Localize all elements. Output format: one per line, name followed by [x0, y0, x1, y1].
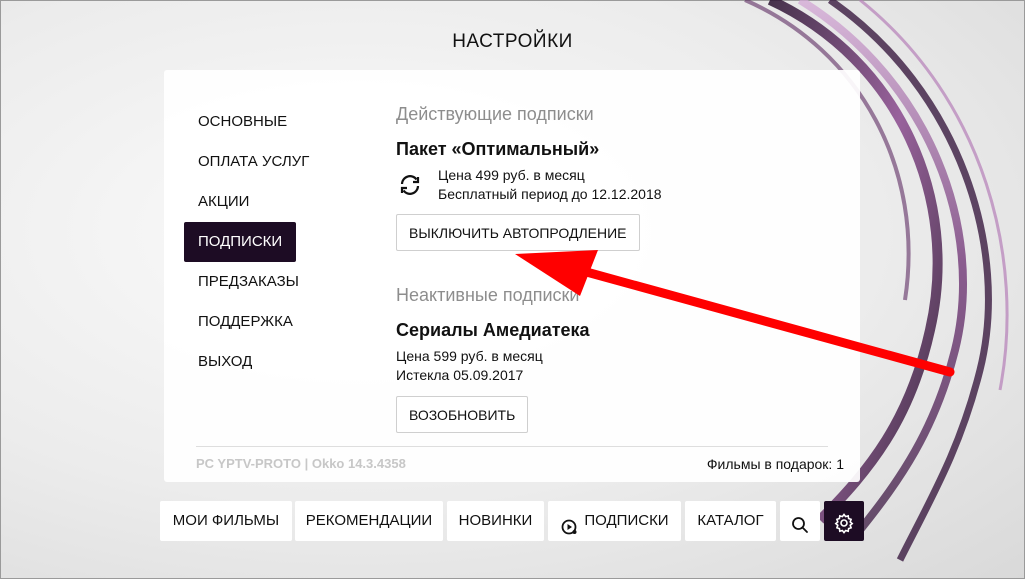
- menu-item-general[interactable]: ОСНОВНЫЕ: [184, 102, 334, 142]
- nav-catalog[interactable]: КАТАЛОГ: [685, 501, 776, 541]
- play-circle-icon: [560, 512, 578, 535]
- menu-item-logout[interactable]: ВЫХОД: [184, 342, 334, 382]
- gift-movies-count: Фильмы в подарок: 1: [706, 456, 844, 472]
- menu-item-preorders[interactable]: ПРЕДЗАКАЗЫ: [184, 262, 334, 302]
- nav-search[interactable]: [780, 501, 820, 541]
- active-subscription-price: Цена 499 руб. в месяц: [438, 167, 585, 183]
- footer-divider: [196, 446, 828, 447]
- active-subscriptions-title: Действующие подписки: [396, 104, 594, 124]
- app-version: PC YPTV-PROTO | Okko 14.3.4358: [196, 456, 406, 471]
- settings-menu: ОСНОВНЫЕ ОПЛАТА УСЛУГ АКЦИИ ПОДПИСКИ ПРЕ…: [184, 102, 334, 382]
- menu-item-promotions[interactable]: АКЦИИ: [184, 182, 334, 222]
- menu-item-support[interactable]: ПОДДЕРЖКА: [184, 302, 334, 342]
- inactive-subscription-price: Цена 599 руб. в месяц: [396, 348, 543, 364]
- nav-settings[interactable]: [824, 501, 864, 541]
- nav-my-movies[interactable]: МОИ ФИЛЬМЫ: [160, 501, 292, 541]
- refresh-icon: [396, 171, 424, 199]
- renew-button[interactable]: ВОЗОБНОВИТЬ: [396, 396, 529, 433]
- active-subscription-trial: Бесплатный период до 12.12.2018: [438, 186, 662, 202]
- nav-recommendations[interactable]: РЕКОМЕНДАЦИИ: [295, 501, 443, 541]
- menu-item-payment[interactable]: ОПЛАТА УСЛУГ: [184, 142, 334, 182]
- nav-subscriptions-label: ПОДПИСКИ: [584, 512, 669, 529]
- nav-new[interactable]: НОВИНКИ: [447, 501, 544, 541]
- page-title: НАСТРОЙКИ: [452, 31, 573, 52]
- inactive-subscription-expired: Истекла 05.09.2017: [396, 367, 524, 383]
- inactive-subscription-name: Сериалы Амедиатека: [396, 320, 590, 340]
- subscriptions-content: Действующие подписки Пакет «Оптимальный»…: [396, 104, 836, 433]
- search-icon: [790, 511, 810, 533]
- gear-icon: [833, 510, 855, 534]
- active-subscription-info: Цена 499 руб. в месяц Бесплатный период …: [396, 166, 836, 204]
- inactive-subscriptions-title: Неактивные подписки: [396, 285, 580, 305]
- disable-autorenew-button[interactable]: ВЫКЛЮЧИТЬ АВТОПРОДЛЕНИЕ: [396, 214, 640, 251]
- settings-panel: ОСНОВНЫЕ ОПЛАТА УСЛУГ АКЦИИ ПОДПИСКИ ПРЕ…: [164, 70, 860, 482]
- menu-item-subscriptions[interactable]: ПОДПИСКИ: [184, 222, 296, 262]
- active-subscription-name: Пакет «Оптимальный»: [396, 139, 600, 159]
- nav-subscriptions[interactable]: ПОДПИСКИ: [548, 501, 681, 541]
